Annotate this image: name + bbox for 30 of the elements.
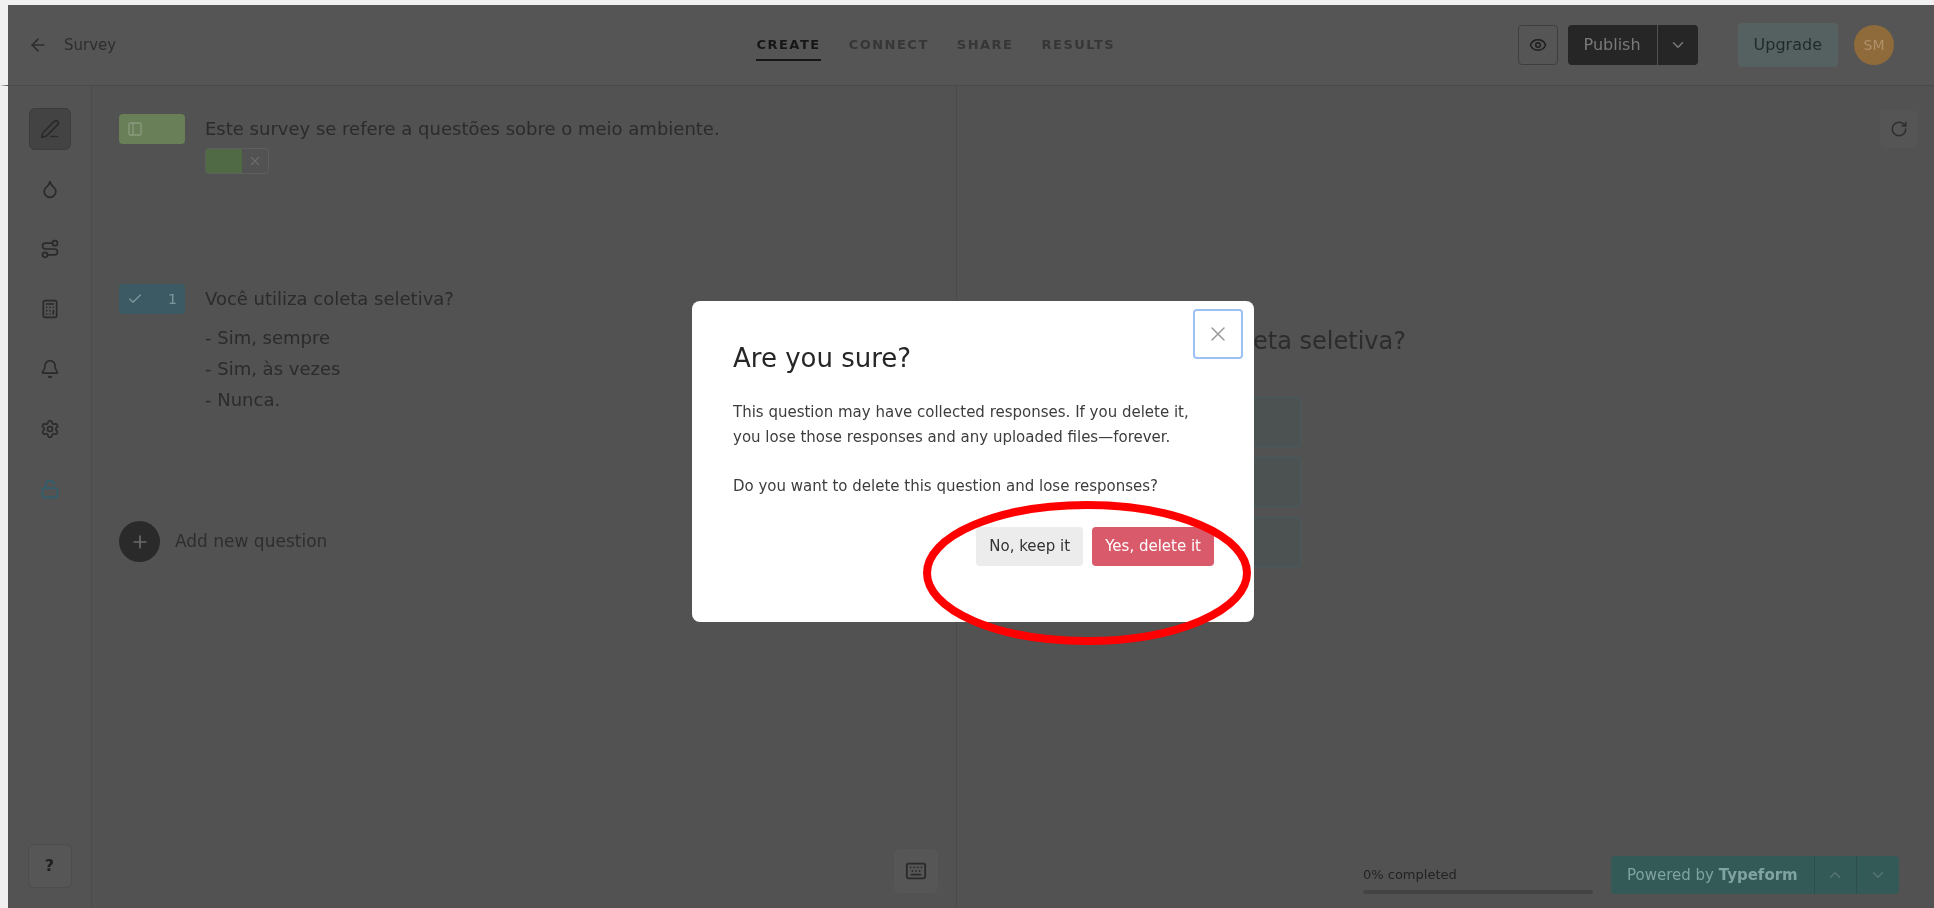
preview-button[interactable] — [1517, 25, 1558, 65]
delete-button[interactable]: Yes, delete it — [1092, 527, 1214, 566]
keyboard-icon — [905, 860, 927, 882]
close-button[interactable] — [1193, 309, 1243, 359]
statement-badge[interactable] — [119, 114, 185, 144]
nav-tab[interactable]: CREATE — [756, 29, 821, 61]
refresh-icon — [1890, 120, 1908, 138]
settings-icon — [39, 419, 60, 439]
pen-icon — [39, 119, 60, 139]
help-button[interactable]: ? — [27, 844, 72, 888]
panel-icon — [127, 121, 143, 137]
add-question-button[interactable] — [119, 521, 160, 562]
keep-button[interactable]: No, keep it — [976, 527, 1084, 566]
eye-icon — [1528, 36, 1547, 54]
bell-icon — [39, 359, 60, 379]
sidebar-item[interactable] — [28, 108, 71, 150]
choice-box[interactable] — [1253, 517, 1301, 567]
close-icon[interactable] — [248, 154, 262, 168]
dialog-message: Do you want to delete this question and lose responses? — [733, 476, 1160, 497]
keyboard-button[interactable] — [894, 849, 938, 893]
unlock-icon — [39, 479, 60, 499]
dialog-message: This question may have collected responses. If you delete it, you lose those responses and any uploaded files—forever. — [733, 402, 1190, 448]
dialog-title: Are you sure? — [733, 342, 913, 375]
question-number: 1 — [168, 289, 177, 309]
photo-placeholder — [206, 149, 242, 173]
choice-box[interactable] — [1253, 457, 1301, 507]
question-badge[interactable]: 1 — [119, 284, 185, 314]
publish-button[interactable]: Publish — [1567, 25, 1658, 65]
route-icon — [39, 239, 60, 259]
choice-box[interactable] — [1253, 397, 1301, 447]
